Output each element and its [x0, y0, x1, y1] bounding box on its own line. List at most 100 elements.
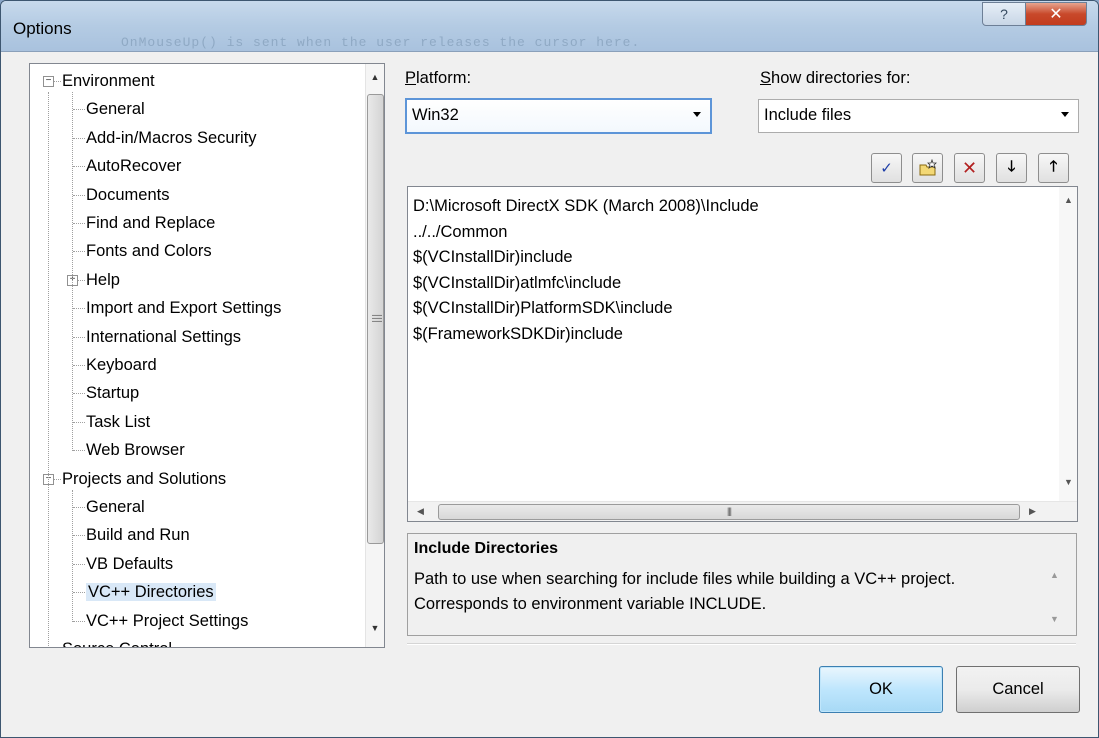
list-vertical-scrollbar[interactable]: ▲ ▼ [1059, 187, 1077, 502]
scroll-up-arrow-icon[interactable]: ▲ [1064, 195, 1073, 205]
tree-connector [73, 450, 85, 452]
platform-value: Win32 [412, 106, 459, 124]
tree-item[interactable]: Startup [86, 380, 139, 406]
platform-select[interactable]: Win32 [405, 98, 712, 134]
tree-connector [73, 137, 85, 139]
collapse-icon[interactable]: − [43, 76, 54, 87]
tree-item[interactable]: Add-in/Macros Security [86, 125, 257, 151]
tree-connector [73, 563, 85, 565]
tree-item[interactable]: Web Browser [86, 437, 185, 463]
platform-label: Platform: [405, 69, 472, 87]
delete-x-icon: ✕ [961, 157, 978, 178]
tree-item-label: Task List [86, 412, 151, 431]
scroll-right-arrow-icon[interactable]: ▶ [1029, 506, 1036, 517]
tree-scroll-thumb[interactable]: — — — [367, 94, 384, 544]
tree-item-label: AutoRecover [86, 157, 182, 176]
scroll-up-arrow-icon[interactable]: ▲ [366, 68, 384, 86]
tree-item[interactable]: AutoRecover [86, 153, 181, 179]
tree-item-label: General [86, 100, 145, 119]
show-directories-select[interactable]: Include files [758, 99, 1079, 133]
scroll-up-arrow-icon[interactable]: ▲ [1050, 570, 1059, 580]
grip-icon: ||| [727, 506, 732, 516]
tree-item-label: Source Control [62, 640, 172, 647]
delete-button[interactable]: ✕ [954, 153, 985, 183]
tree-item[interactable]: Keyboard [86, 352, 157, 378]
tree-connector [73, 223, 85, 224]
tree-item-label: Startup [86, 384, 140, 403]
tree-item-label: Documents [86, 185, 170, 204]
tree-connector [72, 92, 73, 452]
description-title: Include Directories [414, 540, 559, 557]
list-horizontal-scrollbar[interactable]: ◀ ||| ▶ [408, 501, 1077, 521]
tree-item[interactable]: Import and Export Settings [86, 295, 281, 321]
tree-connector [73, 592, 85, 594]
check-button[interactable]: ✓ [871, 153, 902, 183]
description-body: Path to use when searching for include f… [414, 570, 956, 613]
tree-item-label: General [86, 498, 145, 516]
close-button[interactable]: ✕ [1025, 2, 1087, 26]
list-hscroll-thumb[interactable]: ||| [438, 504, 1020, 520]
scroll-down-arrow-icon[interactable]: ▼ [1064, 477, 1073, 487]
tree-connector [73, 535, 85, 537]
options-tree[interactable]: Environment − General Add-in/Macros Securit… [29, 63, 385, 648]
tree-connector [73, 194, 85, 196]
background-ghost-text: OnMouseUp() is sent when the user releas… [121, 35, 641, 50]
tree-connector [73, 251, 85, 253]
tree-item[interactable]: Fonts and Colors [86, 238, 212, 264]
tree-item-label: Help [86, 270, 120, 289]
show-directories-label: Show directories for: [760, 69, 911, 87]
tree-item-label: Import and Export Settings [86, 299, 282, 318]
tree-connector [73, 421, 85, 423]
tree-vertical-scrollbar[interactable]: ▲ — — — ▼ [365, 64, 384, 647]
tree-item[interactable]: Projects and Solutions [62, 466, 226, 492]
directory-row[interactable]: $(VCInstallDir)atlmfc\include [413, 270, 621, 296]
move-up-button[interactable]: 🡑 [1038, 153, 1069, 183]
tree-item[interactable]: Task List [86, 409, 150, 435]
divider [407, 643, 1076, 645]
tree-item[interactable]: VC++ Directories [86, 579, 216, 605]
directory-row[interactable]: $(FrameworkSDKDir)include [413, 321, 623, 347]
tree-item[interactable]: VC++ Project Settings [86, 608, 248, 634]
tree-item-label: Fonts and Colors [86, 242, 212, 261]
tree-connector [73, 365, 85, 366]
chevron-down-icon [693, 112, 701, 117]
title-bar[interactable]: Options OnMouseUp() is sent when the use… [1, 1, 1098, 52]
tree-item[interactable]: VB Defaults [86, 551, 173, 577]
move-down-button[interactable]: 🡓 [996, 153, 1027, 183]
show-directories-value: Include files [764, 106, 852, 124]
close-icon: ✕ [1049, 6, 1063, 23]
tree-item[interactable]: Build and Run [86, 522, 190, 548]
checkmark-icon: ✓ [880, 160, 893, 177]
tree-item[interactable]: Source Control [62, 636, 172, 647]
arrow-down-icon: 🡓 [1007, 157, 1016, 175]
scroll-down-arrow-icon[interactable]: ▼ [1050, 614, 1059, 624]
scroll-left-arrow-icon[interactable]: ◀ [417, 506, 424, 517]
tree-item[interactable]: Documents [86, 182, 169, 208]
tree-item-label: VB Defaults [86, 554, 174, 573]
directory-row[interactable]: $(VCInstallDir)PlatformSDK\include [413, 295, 673, 321]
directory-list[interactable]: D:\Microsoft DirectX SDK (March 2008)\In… [407, 186, 1078, 522]
window-title: Options [13, 19, 72, 38]
new-line-button[interactable] [912, 153, 943, 183]
tree-item-label: Keyboard [86, 356, 157, 374]
ok-button[interactable]: OK [819, 666, 943, 713]
help-button[interactable]: ? [982, 2, 1026, 26]
directory-row[interactable]: $(VCInstallDir)include [413, 244, 573, 270]
tree-item[interactable]: Find and Replace [86, 210, 215, 236]
directory-row[interactable]: ../../Common [413, 219, 507, 245]
tree-connector [73, 308, 85, 310]
question-icon: ? [1000, 6, 1008, 22]
tree-item[interactable]: International Settings [86, 324, 241, 350]
tree-item[interactable]: General [86, 494, 145, 520]
tree-connector [48, 92, 49, 647]
tree-connector [73, 166, 85, 168]
cancel-button[interactable]: Cancel [956, 666, 1080, 713]
tree-item-label: Projects and Solutions [62, 469, 227, 488]
scroll-down-arrow-icon[interactable]: ▼ [366, 619, 384, 637]
directory-row[interactable]: D:\Microsoft DirectX SDK (March 2008)\In… [413, 193, 759, 219]
tree-connector [73, 109, 85, 111]
tree-item[interactable]: Help [86, 267, 120, 293]
tree-item[interactable]: General [86, 96, 145, 122]
tree-item[interactable]: Environment [62, 68, 155, 94]
tree-item-label: Find and Replace [86, 214, 216, 232]
